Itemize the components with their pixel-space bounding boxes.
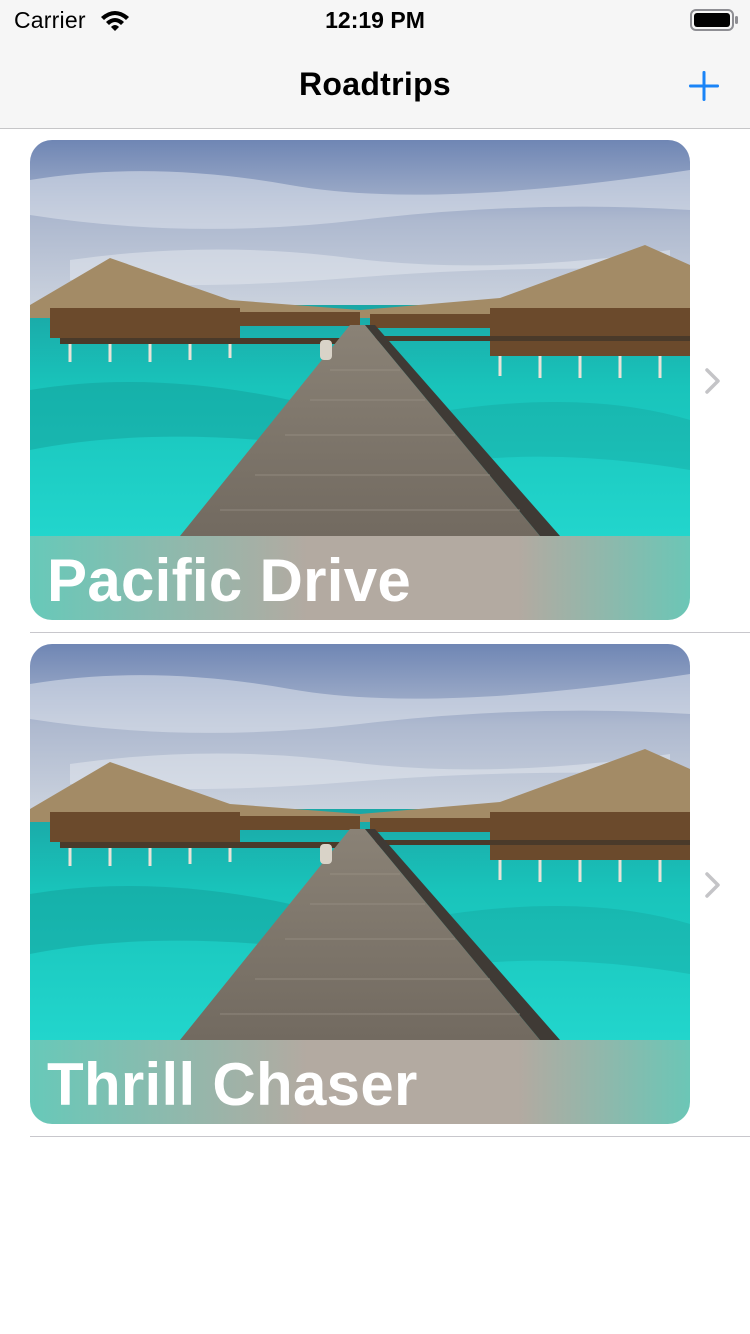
row-separator bbox=[30, 1136, 750, 1137]
status-bar: Carrier 12:19 PM bbox=[0, 0, 750, 40]
trip-title-banner: Pacific Drive bbox=[30, 536, 690, 620]
trip-photo bbox=[30, 644, 690, 1044]
trip-photo bbox=[30, 140, 690, 540]
navigation-bar: Roadtrips bbox=[0, 40, 750, 129]
battery-icon bbox=[690, 9, 738, 31]
trip-title: Thrill Chaser bbox=[47, 1051, 418, 1118]
clock: 12:19 PM bbox=[325, 7, 425, 33]
trip-list: Pacific Drive Thrill Chaser bbox=[0, 129, 750, 1137]
chevron-right-icon bbox=[705, 872, 720, 898]
page-title: Roadtrips bbox=[298, 66, 452, 102]
trip-card[interactable]: Thrill Chaser bbox=[30, 644, 690, 1124]
plus-icon bbox=[689, 71, 719, 101]
trip-title: Pacific Drive bbox=[47, 547, 412, 614]
trip-title-banner: Thrill Chaser bbox=[30, 1040, 690, 1124]
trip-row[interactable]: Thrill Chaser bbox=[0, 633, 750, 1137]
chevron-right-icon bbox=[705, 368, 720, 394]
add-trip-button[interactable] bbox=[682, 64, 726, 108]
trip-card[interactable]: Pacific Drive bbox=[30, 140, 690, 620]
trip-row[interactable]: Pacific Drive bbox=[0, 129, 750, 633]
